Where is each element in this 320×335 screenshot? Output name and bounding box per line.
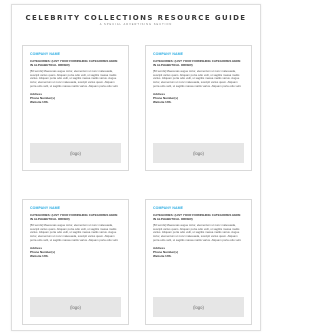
page-title: CELEBRITY COLLECTIONS RESOURCE GUIDE xyxy=(25,14,247,22)
logo-placeholder-label: (logo) xyxy=(193,304,204,310)
listing-card: COMPANY NAME CATEGORIES: (LIST YOUR FURN… xyxy=(22,45,129,171)
contact-info: Address Phone Number(s) Website URL xyxy=(30,246,121,259)
company-name: COMPANY NAME xyxy=(153,206,184,210)
company-name: COMPANY NAME xyxy=(30,52,61,56)
website-label: Website URL xyxy=(30,253,49,258)
page-subtitle: A SPECIAL ADVERTISING SECTION xyxy=(99,23,173,26)
listing-card: COMPANY NAME CATEGORIES: (LIST YOUR FURN… xyxy=(145,45,252,171)
logo-placeholder-label: (logo) xyxy=(70,150,81,156)
website-label: Website URL xyxy=(153,253,172,258)
resource-guide-page: CELEBRITY COLLECTIONS RESOURCE GUIDE A S… xyxy=(11,4,261,331)
logo-placeholder: (logo) xyxy=(30,143,121,163)
website-label: Website URL xyxy=(30,99,49,104)
contact-info: Address Phone Number(s) Website URL xyxy=(153,92,244,105)
page-header: CELEBRITY COLLECTIONS RESOURCE GUIDE A S… xyxy=(12,14,260,26)
contact-info: Address Phone Number(s) Website URL xyxy=(153,246,244,259)
description-text: [50 words] Maecenas augue tortor, elemen… xyxy=(30,223,119,242)
categories-text: CATEGORIES: (LIST YOUR FURNISHING CATEGO… xyxy=(153,213,241,221)
categories-text: CATEGORIES: (LIST YOUR FURNISHING CATEGO… xyxy=(30,59,118,67)
logo-placeholder: (logo) xyxy=(153,143,244,163)
description-text: [50 words] Maecenas augue tortor, elemen… xyxy=(30,69,119,88)
logo-placeholder: (logo) xyxy=(30,297,121,317)
listing-card: COMPANY NAME CATEGORIES: (LIST YOUR FURN… xyxy=(145,199,252,325)
company-name: COMPANY NAME xyxy=(30,206,61,210)
website-label: Website URL xyxy=(153,99,172,104)
logo-placeholder-label: (logo) xyxy=(193,150,204,156)
logo-placeholder: (logo) xyxy=(153,297,244,317)
description-text: [50 words] Maecenas augue tortor, elemen… xyxy=(153,69,242,88)
logo-placeholder-label: (logo) xyxy=(70,304,81,310)
categories-text: CATEGORIES: (LIST YOUR FURNISHING CATEGO… xyxy=(30,213,118,221)
contact-info: Address Phone Number(s) Website URL xyxy=(30,92,121,105)
description-text: [50 words] Maecenas augue tortor, elemen… xyxy=(153,223,242,242)
listing-card: COMPANY NAME CATEGORIES: (LIST YOUR FURN… xyxy=(22,199,129,325)
categories-text: CATEGORIES: (LIST YOUR FURNISHING CATEGO… xyxy=(153,59,241,67)
company-name: COMPANY NAME xyxy=(153,52,184,56)
